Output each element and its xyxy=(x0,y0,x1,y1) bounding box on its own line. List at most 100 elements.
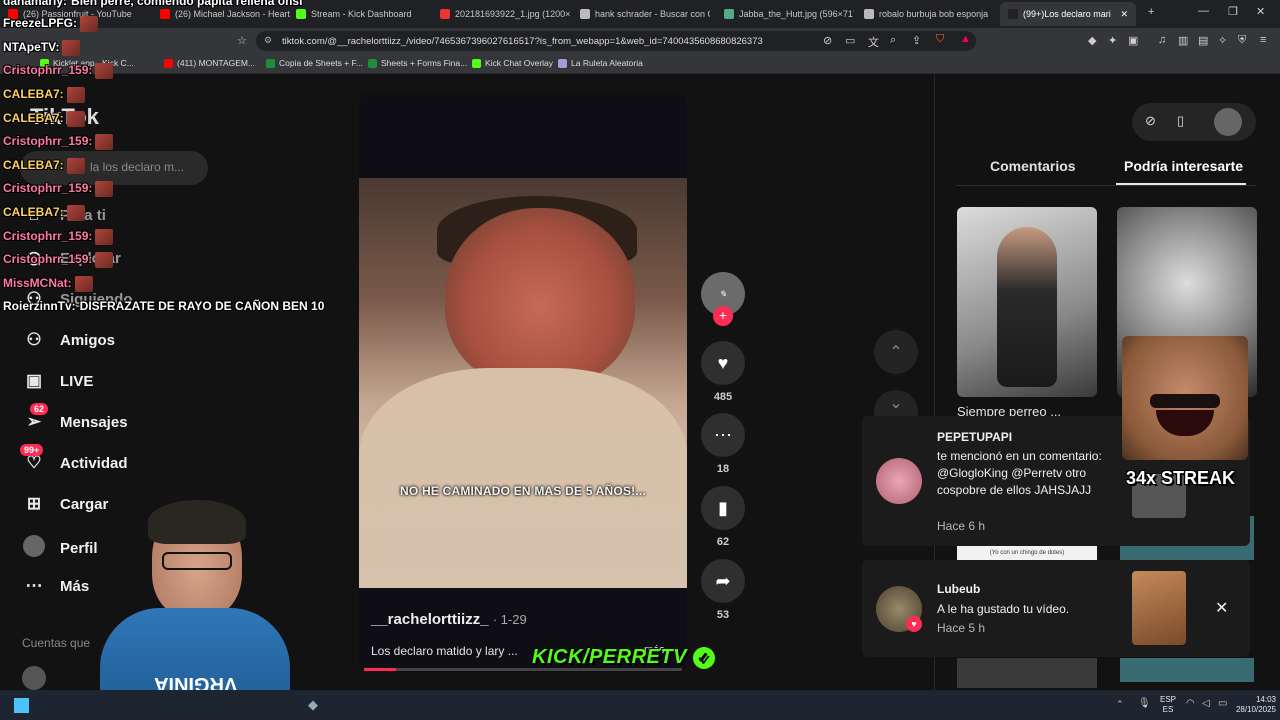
video-description: Los declaro matido y lary ... xyxy=(371,644,518,658)
comment-count: 18 xyxy=(716,463,730,475)
notification-time: Hace 6 h xyxy=(937,519,986,533)
follow-plus-icon[interactable]: + xyxy=(713,306,733,326)
chat-username: RoierzinnTv: xyxy=(3,299,76,313)
tab-podria-interesarte[interactable]: Podría interesarte xyxy=(1124,158,1243,174)
video-player[interactable]: NO HE CAMINADO EN MAS DE 5 AÑOS!... xyxy=(359,93,687,673)
user-avatar[interactable] xyxy=(1214,108,1242,136)
menu-icon[interactable]: ≡ xyxy=(1260,34,1266,46)
nav-item-live[interactable]: ▣ LIVE xyxy=(22,371,93,391)
coin-icon[interactable]: ⊘ xyxy=(1145,113,1156,129)
thumb-caption: (Yo con un chingo de dotes) xyxy=(989,550,1065,556)
notification-message: A le ha gustado tu vídeo. xyxy=(937,602,1070,616)
tab-comentarios[interactable]: Comentarios xyxy=(990,158,1076,174)
wifi-icon[interactable]: ◠ xyxy=(1186,698,1195,709)
close-tab-icon[interactable]: ✕ xyxy=(1120,9,1128,20)
browser-tab[interactable]: 202181693922_1.jpg (1200×90 xyxy=(440,4,570,24)
nav-item-mensajes[interactable]: ➢ 62 Mensajes xyxy=(22,403,128,432)
chat-username: FreezeLPFG: xyxy=(3,16,78,31)
bookmark-item[interactable]: Kick Chat Overlay xyxy=(472,58,553,68)
browser-tab[interactable]: hank schrader - Buscar con Go xyxy=(580,4,710,24)
phone-icon[interactable]: ▯ xyxy=(1177,113,1184,129)
mic-icon[interactable]: 🎙 xyxy=(1138,698,1151,709)
author-name: __rachelorttiizz_ xyxy=(371,611,489,628)
suggested-video-thumb[interactable] xyxy=(1120,658,1254,682)
suggested-video-thumb[interactable] xyxy=(957,207,1097,397)
rewards-icon[interactable]: ▲ xyxy=(960,33,971,45)
top-icons-group: ⊘ ▯ xyxy=(1132,103,1256,141)
chat-emote-icon xyxy=(66,111,85,127)
translate-icon[interactable]: 文 xyxy=(868,34,879,50)
nav-item-perfil[interactable]: Perfil xyxy=(22,535,98,562)
suggested-video-thumb[interactable]: (Yo con un chingo de dotes) xyxy=(957,546,1097,560)
bookmark-label: (411) MONTAGEM... xyxy=(177,58,256,68)
previous-video-button[interactable]: ⌃ xyxy=(874,330,918,374)
nav-label: LIVE xyxy=(60,372,94,390)
notification-avatar xyxy=(876,458,922,504)
close-icon[interactable]: ✕ xyxy=(1215,598,1228,618)
suggested-video-thumb[interactable] xyxy=(957,658,1097,688)
chevron-up-icon[interactable]: ⌃ xyxy=(1116,699,1124,710)
chat-message: danamarly: Bien perre, comiendo papita re… xyxy=(3,0,302,8)
browser-tab[interactable]: (99+)Los declaro mari ✕ xyxy=(1000,2,1136,26)
video-author[interactable]: __rachelorttiizz_ · 1-29 xyxy=(371,611,527,628)
brave-shield-icon[interactable]: ⛉ xyxy=(936,33,944,46)
tab-label: Stream - Kick Dashboard xyxy=(311,9,412,19)
sidepanel-icon[interactable]: ▣ xyxy=(1128,34,1138,47)
notification-sender: PEPETUPAPI xyxy=(937,430,1013,444)
like-button[interactable]: ♥ 485 xyxy=(700,341,746,403)
bookmark-item[interactable]: La Ruleta Aleatoria xyxy=(558,58,643,68)
save-button[interactable]: ▮ 62 xyxy=(700,486,746,548)
new-tab-icon[interactable]: + xyxy=(1148,6,1154,18)
nav-item-cargar[interactable]: ⊞ Cargar xyxy=(22,494,108,514)
tab-favicon-icon xyxy=(440,9,450,19)
battery-icon[interactable]: ▭ xyxy=(1218,698,1227,709)
minimize-icon[interactable]: — xyxy=(1198,5,1209,17)
account-avatar[interactable] xyxy=(22,666,46,690)
bookmark-star-icon[interactable]: ☆ xyxy=(237,34,247,47)
clock[interactable]: 14:03 28/10/2025 xyxy=(1230,695,1276,715)
volume-icon[interactable]: ◁ xyxy=(1202,698,1210,709)
notification-sender: Lubeub xyxy=(937,582,981,596)
start-icon[interactable] xyxy=(14,698,29,713)
zoom-icon[interactable]: ⌕ xyxy=(890,34,896,47)
ai-icon[interactable]: ✧ xyxy=(1218,34,1227,47)
comment-button[interactable]: ⋯ 18 xyxy=(700,413,746,475)
no-tracking-icon[interactable]: ⊘ xyxy=(823,34,832,47)
browser-tab[interactable]: robalo burbuja bob esponja xyxy=(864,4,988,24)
app-icon[interactable]: ◆ xyxy=(308,697,318,713)
share-icon[interactable]: ⇪ xyxy=(912,34,921,47)
windows-taskbar: ◆ ⌃ 🎙 ESP ES ◠ ◁ ▭ 14:03 28/10/2025 xyxy=(0,690,1280,720)
tab-favicon-icon xyxy=(864,9,874,19)
nav-item-actividad[interactable]: ♡ 99+ Actividad xyxy=(20,444,128,473)
extension-icon[interactable]: ◆ xyxy=(1088,34,1096,47)
chat-message: Cristophrr_159: xyxy=(3,181,114,197)
profile-icon xyxy=(22,535,46,562)
browser-tab[interactable]: Jabba_the_Hutt.jpg (596×717) xyxy=(724,4,854,24)
vpn-icon[interactable]: ⛨ xyxy=(1238,34,1246,47)
bookmark-label: Copia de Sheets + F... xyxy=(279,58,363,68)
browser-tab[interactable]: Stream - Kick Dashboard xyxy=(296,4,426,24)
maximize-icon[interactable]: ❐ xyxy=(1228,5,1238,18)
language-indicator[interactable]: ESP ES xyxy=(1160,695,1176,715)
cast-icon[interactable]: ▭ xyxy=(845,34,855,47)
media-icon[interactable]: ♫ xyxy=(1158,34,1166,46)
tab-label: hank schrader - Buscar con Go xyxy=(595,9,710,19)
wallet-icon[interactable]: ▤ xyxy=(1198,34,1208,47)
video-subtitle: NO HE CAMINADO EN MAS DE 5 AÑOS!... xyxy=(400,484,646,498)
notification-toast[interactable]: ♥ Lubeub A le ha gustado tu vídeo. Hace … xyxy=(862,560,1250,657)
bookmark-item[interactable]: Copia de Sheets + F... xyxy=(266,58,363,68)
chat-emote-icon xyxy=(66,87,85,103)
sheets-icon xyxy=(266,58,275,68)
nav-item-amigos[interactable]: ⚇ Amigos xyxy=(22,330,115,350)
share-button[interactable]: ➦ 53 xyxy=(700,559,746,621)
bookmark-item[interactable]: Sheets + Forms Fina... xyxy=(368,58,467,68)
puzzle-icon[interactable]: ✦ xyxy=(1108,34,1117,47)
close-window-icon[interactable]: ✕ xyxy=(1256,5,1265,18)
comment-icon: ⋯ xyxy=(701,413,745,457)
bookmark-item[interactable]: (411) MONTAGEM... xyxy=(164,58,255,68)
chat-message: NTApeTV: xyxy=(3,40,81,56)
creator-avatar-button[interactable]: ✎ + xyxy=(700,272,746,326)
nav-item-mas[interactable]: ⋯ Más xyxy=(22,576,90,596)
reading-icon[interactable]: ▥ xyxy=(1178,34,1188,47)
site-info-icon[interactable]: ⚙ xyxy=(264,35,272,46)
